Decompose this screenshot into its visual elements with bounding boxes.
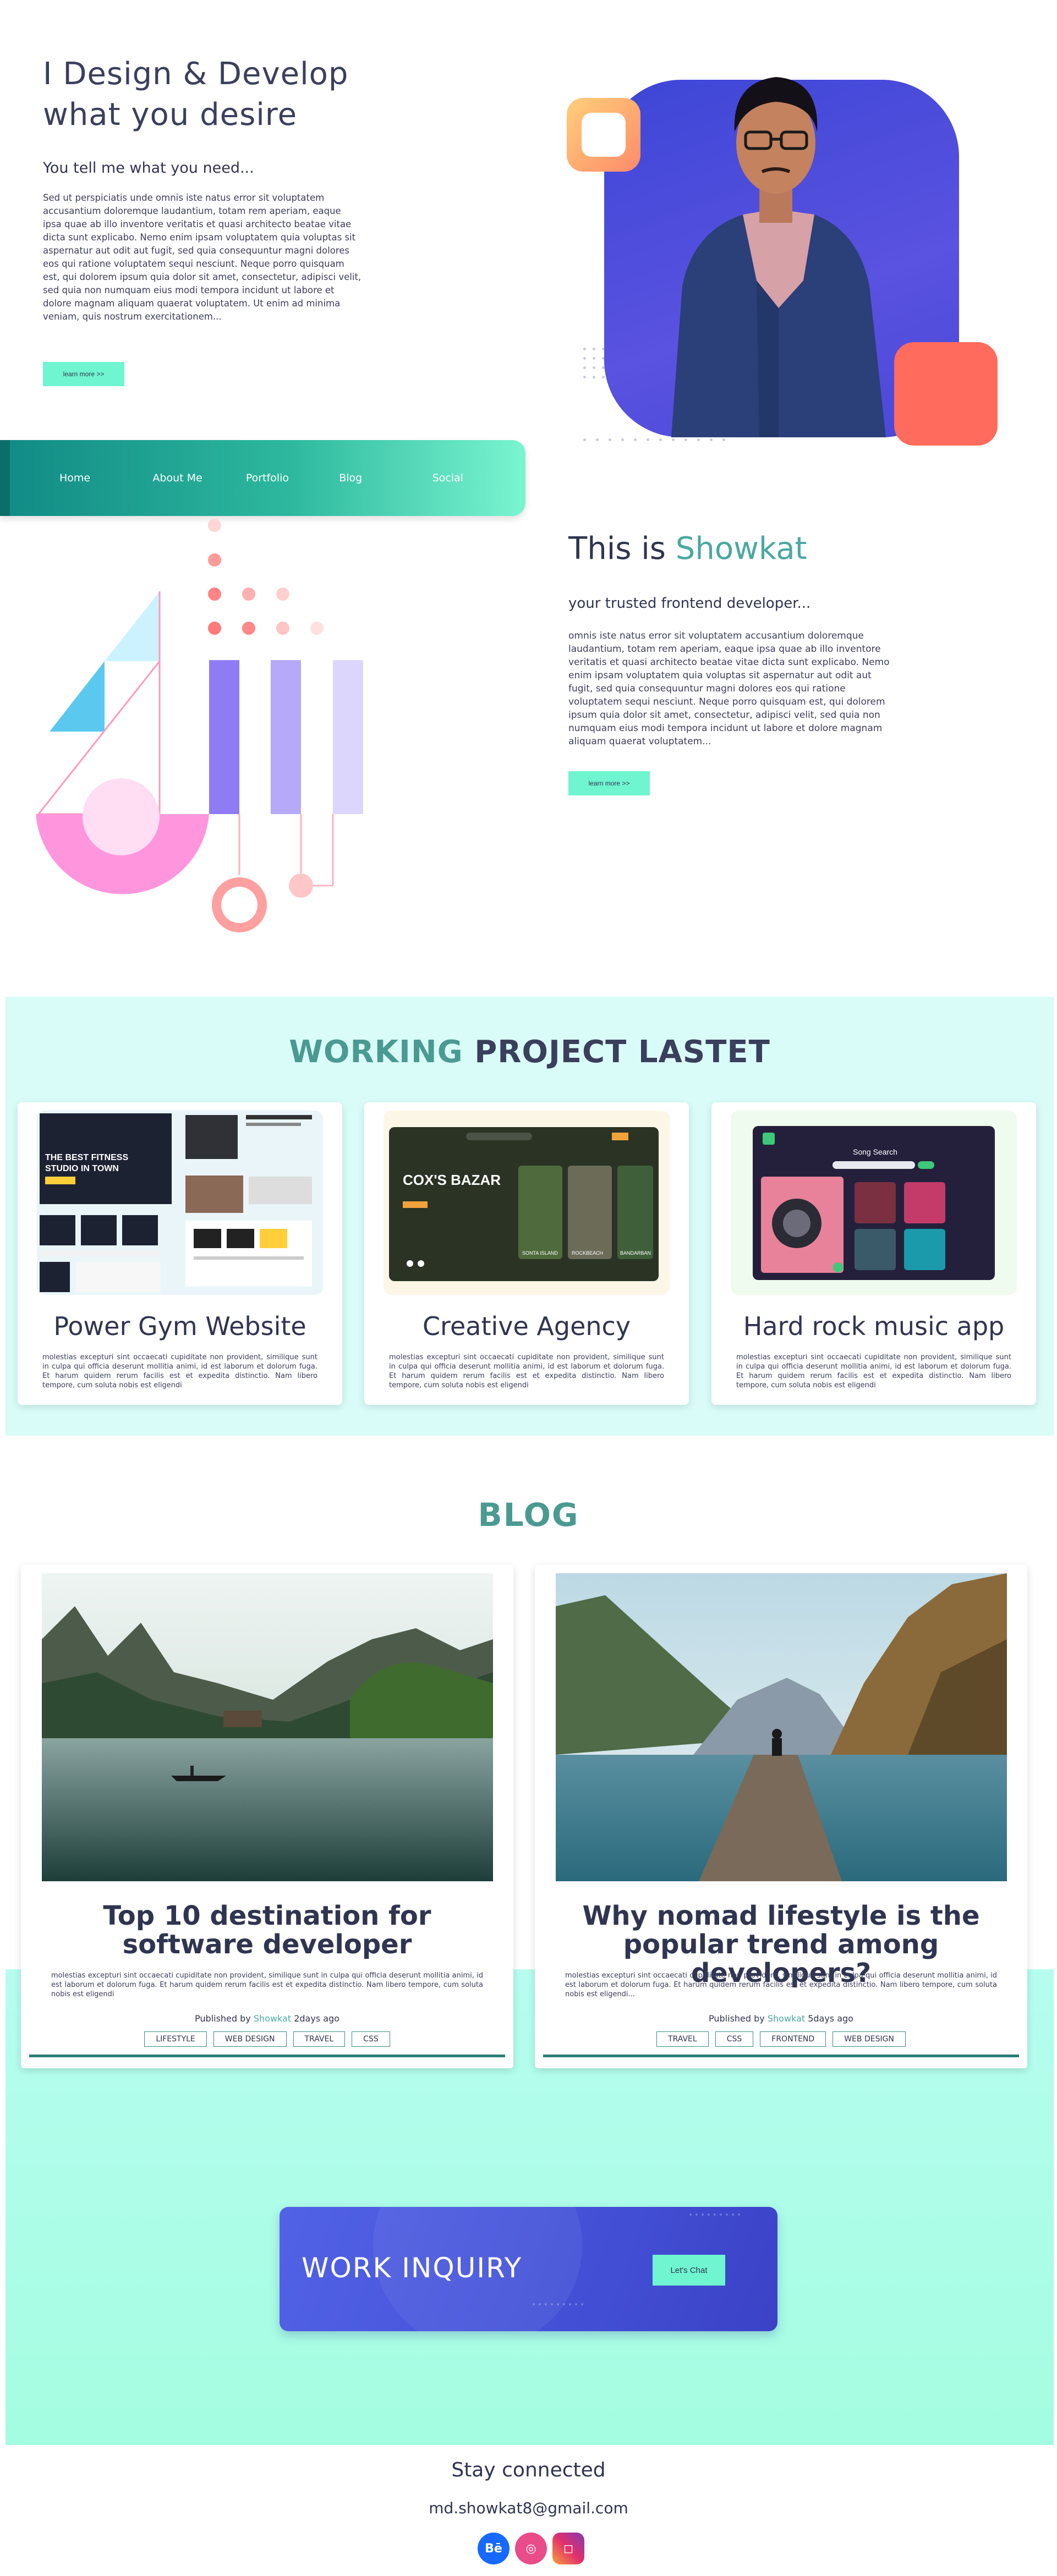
gym-website-preview: THE BEST FITNESS STUDIO IN TOWN <box>40 1113 312 1292</box>
hero-title-line1: I Design & Develop <box>43 56 349 92</box>
post-age: 2days ago <box>294 2013 339 2024</box>
tag-frontend[interactable]: FRONTEND <box>760 2031 826 2047</box>
project-thumbnail: Song Search <box>731 1111 1017 1295</box>
hero-dot-pattern <box>583 348 605 378</box>
blog-post-meta: Published by Showkat 5days ago <box>535 2013 1027 2024</box>
nav-item-home[interactable]: Home <box>59 472 152 484</box>
about-title-name: Showkat <box>675 531 807 567</box>
gym-thumb-line1: THE BEST FITNESS <box>45 1153 128 1162</box>
nav-item-blog[interactable]: Blog <box>339 472 432 484</box>
project-thumbnail: THE BEST FITNESS STUDIO IN TOWN <box>37 1111 323 1295</box>
agency-thumb-card1: SONTA ISLAND <box>522 1250 558 1256</box>
project-name: Hard rock music app <box>743 1311 1005 1341</box>
project-description: molestias excepturi sint occaecati cupid… <box>42 1353 317 1389</box>
hero-learn-more-button[interactable]: learn more >> <box>43 362 124 386</box>
tag-web-design[interactable]: WEB DESIGN <box>213 2031 287 2047</box>
tag-list: LIFESTYLE WEB DESIGN TRAVEL CSS <box>21 2031 513 2047</box>
nav-item-portfolio[interactable]: Portfolio <box>246 472 339 484</box>
agency-website-preview: COX'S BAZAR SONTA ISLAND ROCKBEACH BANDA… <box>389 1127 659 1281</box>
published-by-label: Published by <box>195 2013 251 2024</box>
main-navigation: Home About Me Portfolio Blog Social <box>0 440 525 516</box>
project-card-music-app[interactable]: Song Search Hard rock music app molestia… <box>711 1102 1036 1405</box>
tag-lifestyle[interactable]: LIFESTYLE <box>144 2031 207 2047</box>
blog-title: BLOG <box>478 1496 579 1534</box>
tag-travel[interactable]: TRAVEL <box>656 2031 709 2047</box>
blog-card-divider <box>543 2055 1019 2057</box>
project-description: molestias excepturi sint occaecati cupid… <box>389 1353 664 1389</box>
post-age: 5days ago <box>808 2013 853 2024</box>
inquiry-dot-pattern-bottom <box>533 2303 583 2305</box>
project-description: molestias excepturi sint occaecati cupid… <box>736 1353 1011 1389</box>
music-thumb-title: Song Search <box>853 1147 897 1156</box>
author-link[interactable]: Showkat <box>254 2013 291 2024</box>
projects-title: WORKING PROJECT LASTET <box>6 1034 1054 1070</box>
blog-post-description: molestias excepturi sint occaecati cupid… <box>565 1971 997 1998</box>
author-link[interactable]: Showkat <box>768 2013 805 2024</box>
blog-card-divider <box>29 2055 505 2057</box>
blog-card-nomad-lifestyle[interactable]: Why nomad lifestyle is the popular trend… <box>535 1565 1027 2068</box>
about-title-prefix: This is <box>568 531 666 567</box>
hero-title-line2: what you desire <box>43 97 298 133</box>
projects-title-accent: WORKING <box>289 1034 463 1070</box>
tag-list: TRAVEL CSS FRONTEND WEB DESIGN <box>535 2031 1027 2047</box>
gym-thumb-line2: STUDIO IN TOWN <box>45 1164 119 1173</box>
project-thumbnail: COX'S BAZAR SONTA ISLAND ROCKBEACH BANDA… <box>384 1111 670 1295</box>
projects-section: WORKING PROJECT LASTET THE BEST FITNESS … <box>6 997 1054 1436</box>
project-card-creative-agency[interactable]: COX'S BAZAR SONTA ISLAND ROCKBEACH BANDA… <box>364 1102 689 1405</box>
inquiry-dot-pattern-top <box>689 2214 740 2216</box>
blog-image-lake-dock <box>556 1573 1007 1881</box>
social-links: Bē ◎ ◻ <box>478 2533 584 2564</box>
music-app-preview: Song Search <box>753 1126 995 1280</box>
about-body: omnis iste natus error sit voluptatem ac… <box>568 630 890 747</box>
blog-card-top-destinations[interactable]: Top 10 destination for software develope… <box>21 1565 513 2068</box>
projects-title-rest: PROJECT LASTET <box>474 1034 770 1070</box>
work-inquiry-title: WORK INQUIRY <box>302 2252 523 2284</box>
blog-image-lake-mountains <box>42 1573 493 1881</box>
agency-thumb-title: COX'S BAZAR <box>403 1172 501 1188</box>
tag-travel[interactable]: TRAVEL <box>293 2031 346 2047</box>
hero-body: Sed ut perspiciatis unde omnis iste natu… <box>43 193 362 322</box>
tag-css[interactable]: CSS <box>715 2031 754 2047</box>
project-name: Power Gym Website <box>53 1311 306 1341</box>
coral-square-decoration <box>894 342 998 446</box>
dribbble-icon[interactable]: ◎ <box>515 2533 547 2564</box>
behance-icon[interactable]: Bē <box>478 2533 510 2564</box>
about-learn-more-button[interactable]: learn more >> <box>568 771 650 795</box>
nav-edge-accent <box>0 440 10 516</box>
about-title: This is Showkat <box>568 531 807 567</box>
lets-chat-button[interactable]: Let's Chat <box>653 2255 725 2286</box>
blog-post-title[interactable]: Top 10 destination for software develope… <box>43 1902 491 1959</box>
hero-dot-row <box>583 438 725 441</box>
project-card-power-gym[interactable]: THE BEST FITNESS STUDIO IN TOWN Power Gy… <box>18 1102 342 1405</box>
published-by-label: Published by <box>709 2013 765 2024</box>
blog-post-meta: Published by Showkat 2days ago <box>21 2013 513 2024</box>
nav-item-social[interactable]: Social <box>432 472 525 484</box>
nav-item-about[interactable]: About Me <box>152 472 245 484</box>
stay-connected-heading: Stay connected <box>451 2459 606 2481</box>
contact-email[interactable]: md.showkat8@gmail.com <box>0 2499 1057 2517</box>
hero-title: I Design & Develop what you desire <box>43 54 348 135</box>
agency-thumb-card2: ROCKBEACH <box>572 1250 603 1256</box>
tag-css[interactable]: CSS <box>352 2031 390 2047</box>
hero-portrait-image <box>671 77 886 437</box>
project-name: Creative Agency <box>422 1311 631 1341</box>
abstract-geometric-illustration <box>36 519 363 932</box>
tag-web-design[interactable]: WEB DESIGN <box>833 2031 906 2047</box>
about-subtitle: your trusted frontend developer... <box>568 595 811 612</box>
work-inquiry-banner: WORK INQUIRY Let's Chat <box>280 2207 777 2331</box>
agency-thumb-card3: BANDARBAN <box>620 1250 651 1256</box>
orange-square-decoration <box>567 98 640 172</box>
hero-subtitle: You tell me what you need... <box>43 160 254 177</box>
instagram-icon[interactable]: ◻ <box>552 2533 584 2564</box>
page: I Design & Develop what you desire You t… <box>0 0 1057 2576</box>
blog-post-description: molestias excepturi sint occaecati cupid… <box>51 1971 483 1998</box>
